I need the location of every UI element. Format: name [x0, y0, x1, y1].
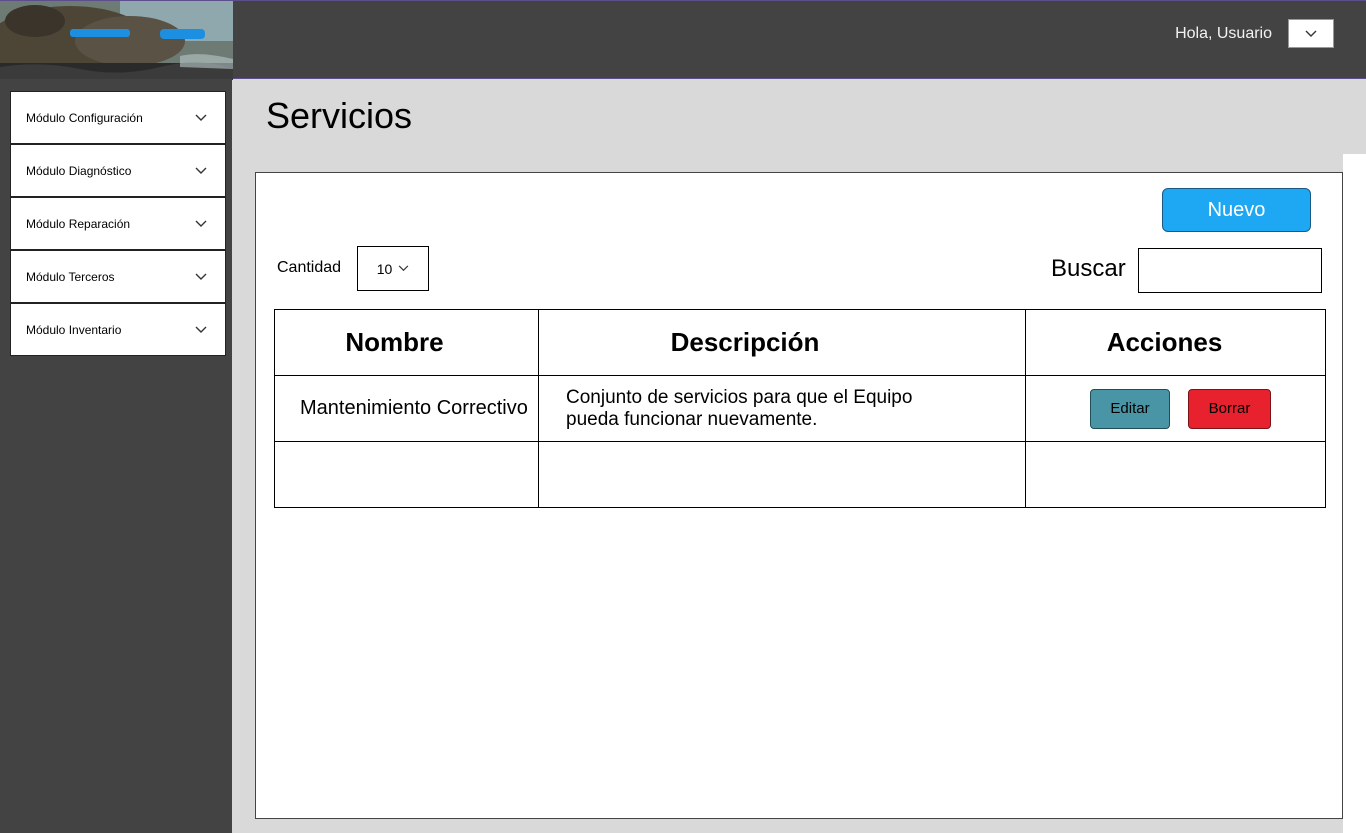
table-row: Mantenimiento Correctivo Conjunto de ser… — [274, 375, 1326, 442]
sidebar-item-label: Módulo Reparación — [26, 216, 131, 231]
table-header-row: Nombre Descripción Acciones — [274, 309, 1326, 376]
search-label: Buscar — [1051, 255, 1126, 282]
sidebar-item-reparacion[interactable]: Módulo Reparación — [10, 197, 226, 250]
description-line: pueda funcionar nuevamente. — [566, 408, 818, 430]
top-header: Hola, Usuario — [0, 0, 1366, 80]
logo — [0, 1, 233, 80]
sidebar-item-label: Módulo Diagnóstico — [26, 163, 132, 178]
sidebar: Módulo Configuración Módulo Diagnóstico … — [0, 79, 232, 833]
cell-nombre: Mantenimiento Correctivo — [274, 375, 539, 442]
quantity-label: Cantidad — [277, 259, 342, 276]
sidebar-item-diagnostico[interactable]: Módulo Diagnóstico — [10, 144, 226, 197]
quantity-select[interactable]: 10 — [357, 246, 429, 291]
user-greeting: Hola, Usuario — [1175, 25, 1272, 42]
column-header-nombre: Nombre — [274, 309, 539, 376]
sidebar-item-inventario[interactable]: Módulo Inventario — [10, 303, 226, 356]
sidebar-item-label: Módulo Configuración — [26, 110, 143, 125]
sidebar-item-label: Módulo Inventario — [26, 322, 122, 337]
panel-edge — [1343, 154, 1366, 833]
sidebar-item-label: Módulo Terceros — [26, 269, 115, 284]
column-header-descripcion: Descripción — [538, 309, 1026, 376]
delete-button[interactable]: Borrar — [1188, 388, 1271, 429]
search-input[interactable] — [1138, 248, 1322, 293]
capybara-logo-image — [0, 1, 233, 80]
chevron-down-icon — [195, 220, 207, 227]
cell-descripcion — [538, 441, 1026, 508]
chevron-down-icon — [1305, 30, 1317, 37]
table-row — [274, 441, 1326, 508]
cell-nombre — [274, 441, 539, 508]
page-title: Servicios — [266, 95, 413, 136]
quantity-value: 10 — [376, 260, 393, 277]
cell-acciones: Editar Borrar — [1025, 375, 1326, 442]
new-service-button[interactable]: Nuevo — [1162, 188, 1311, 232]
edit-button[interactable]: Editar — [1090, 388, 1170, 429]
services-table: Nombre Descripción Acciones Mantenimient… — [274, 309, 1326, 508]
chevron-down-icon — [195, 114, 207, 121]
sidebar-item-terceros[interactable]: Módulo Terceros — [10, 250, 226, 303]
chevron-down-icon — [195, 167, 207, 174]
cell-acciones — [1025, 441, 1326, 508]
cell-descripcion: Conjunto de servicios para que el Equipo… — [538, 375, 1026, 442]
user-menu-button[interactable] — [1288, 19, 1334, 48]
chevron-down-icon — [195, 326, 207, 333]
description-line: Conjunto de servicios para que el Equipo — [566, 386, 913, 408]
column-header-acciones: Acciones — [1025, 309, 1326, 376]
chevron-down-icon — [398, 265, 409, 272]
chevron-down-icon — [195, 273, 207, 280]
sidebar-item-configuracion[interactable]: Módulo Configuración — [10, 91, 226, 144]
